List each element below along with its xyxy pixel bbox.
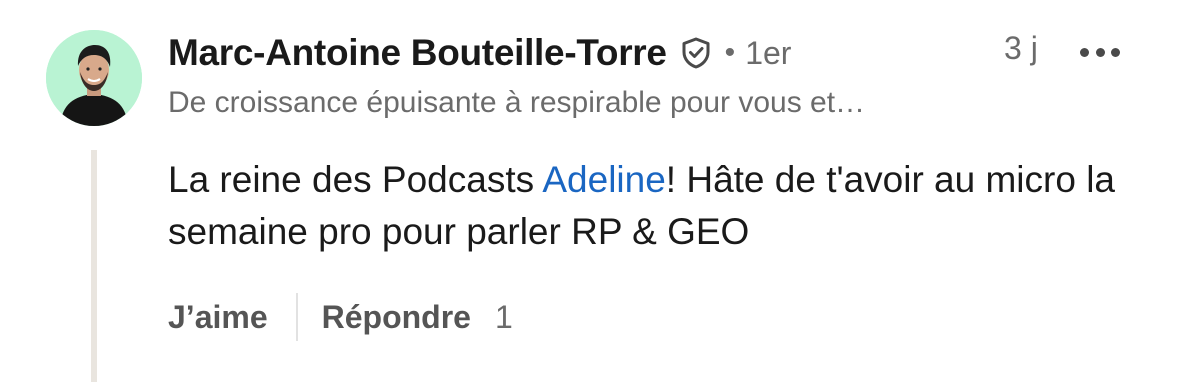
- more-horizontal-icon-dot: [1111, 47, 1120, 57]
- timestamp: 3 j: [1004, 30, 1038, 66]
- more-options-button[interactable]: [1080, 44, 1120, 60]
- avatar-photo: [46, 30, 142, 126]
- author-headline: De croissance épuisante à respirable pou…: [168, 86, 866, 119]
- comment-actions: J’aime Répondre 1: [168, 292, 513, 342]
- more-horizontal-icon: [1080, 47, 1089, 57]
- mention-link[interactable]: Adeline: [542, 159, 665, 200]
- reply-button[interactable]: Répondre: [322, 299, 471, 336]
- comment-body: La reine des Podcasts Adeline! Hâte de t…: [168, 154, 1148, 258]
- comment: Marc-Antoine Bouteille-Torre • 1er 3 j D…: [0, 0, 1178, 382]
- connection-degree: 1er: [745, 34, 792, 71]
- comment-header: Marc-Antoine Bouteille-Torre • 1er: [168, 28, 791, 78]
- actions-divider: [295, 293, 298, 341]
- reply-count[interactable]: 1: [495, 299, 513, 336]
- more-horizontal-icon-dot: [1095, 47, 1105, 57]
- avatar[interactable]: [46, 30, 142, 126]
- like-button[interactable]: J’aime: [168, 299, 268, 336]
- author-name[interactable]: Marc-Antoine Bouteille-Torre: [168, 32, 667, 74]
- separator-dot: •: [724, 36, 736, 69]
- comment-text-before-mention: La reine des Podcasts: [168, 159, 543, 200]
- shield-check-icon: [679, 36, 713, 70]
- thread-line: [91, 150, 97, 382]
